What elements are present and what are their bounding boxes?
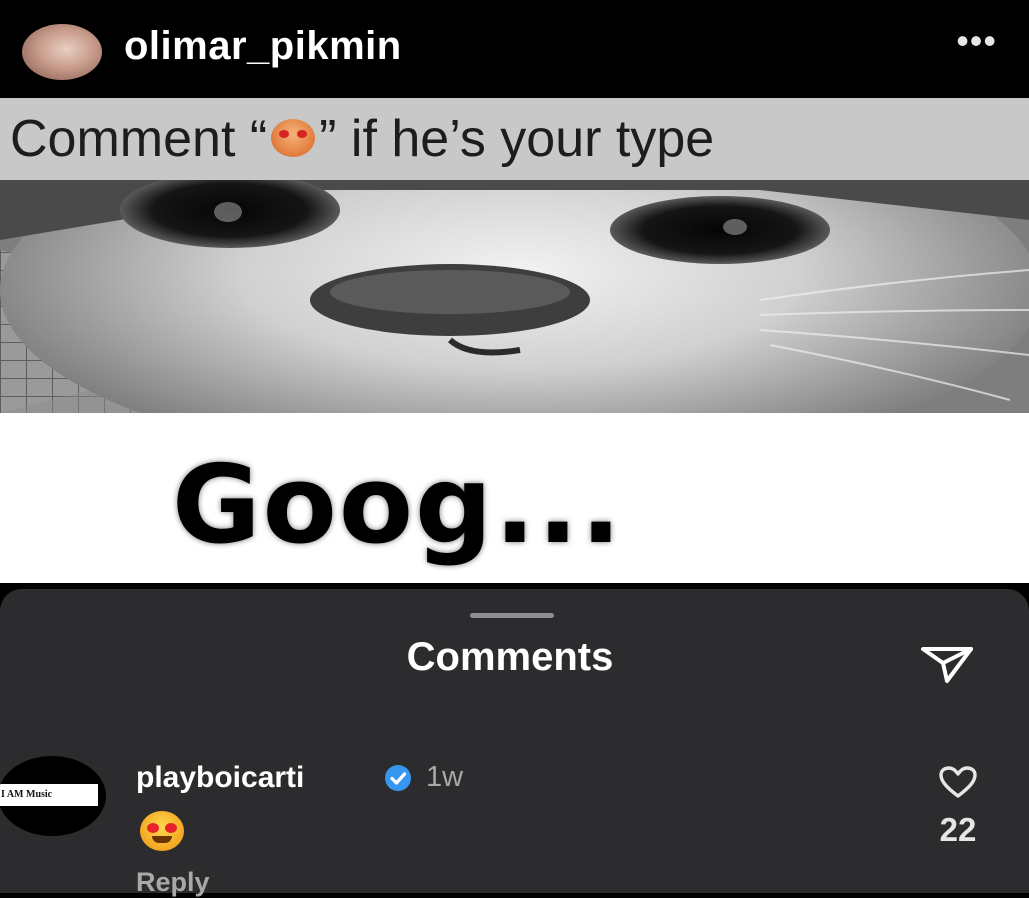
paper-plane-icon[interactable] bbox=[917, 643, 977, 685]
poster-username[interactable]: olimar_pikmin bbox=[124, 24, 402, 69]
post-header: olimar_pikmin ••• bbox=[0, 0, 1029, 98]
heart-eyes-emoji-icon bbox=[140, 811, 184, 851]
heart-icon[interactable] bbox=[937, 765, 979, 799]
meme-caption: Comment “ ” if he’s your type bbox=[0, 98, 1029, 180]
avatar-text: I AM Music bbox=[0, 784, 98, 806]
drag-handle[interactable] bbox=[470, 613, 554, 618]
cat-photo bbox=[0, 180, 1029, 413]
reply-button[interactable]: Reply bbox=[136, 867, 210, 898]
verified-badge-icon bbox=[385, 765, 411, 791]
comments-title: Comments bbox=[406, 635, 614, 679]
more-horizontal-icon[interactable]: ••• bbox=[956, 23, 997, 59]
caption-text-after: ” if he’s your type bbox=[319, 110, 715, 168]
meme-text: Goog... bbox=[172, 443, 624, 568]
caption-text-before: Comment “ bbox=[10, 110, 268, 168]
heart-eyes-emoji-icon bbox=[271, 119, 316, 158]
comments-sheet: Comments I AM Music playboicarti 1w Repl… bbox=[0, 589, 1029, 897]
commenter-username[interactable]: playboicarti bbox=[136, 761, 304, 795]
poster-avatar[interactable] bbox=[22, 24, 102, 80]
commenter-avatar[interactable]: I AM Music bbox=[0, 756, 106, 836]
like-count: 22 bbox=[939, 811, 977, 848]
meme-text-band: Goog... bbox=[0, 413, 1029, 583]
comment-time: 1w bbox=[426, 761, 464, 793]
